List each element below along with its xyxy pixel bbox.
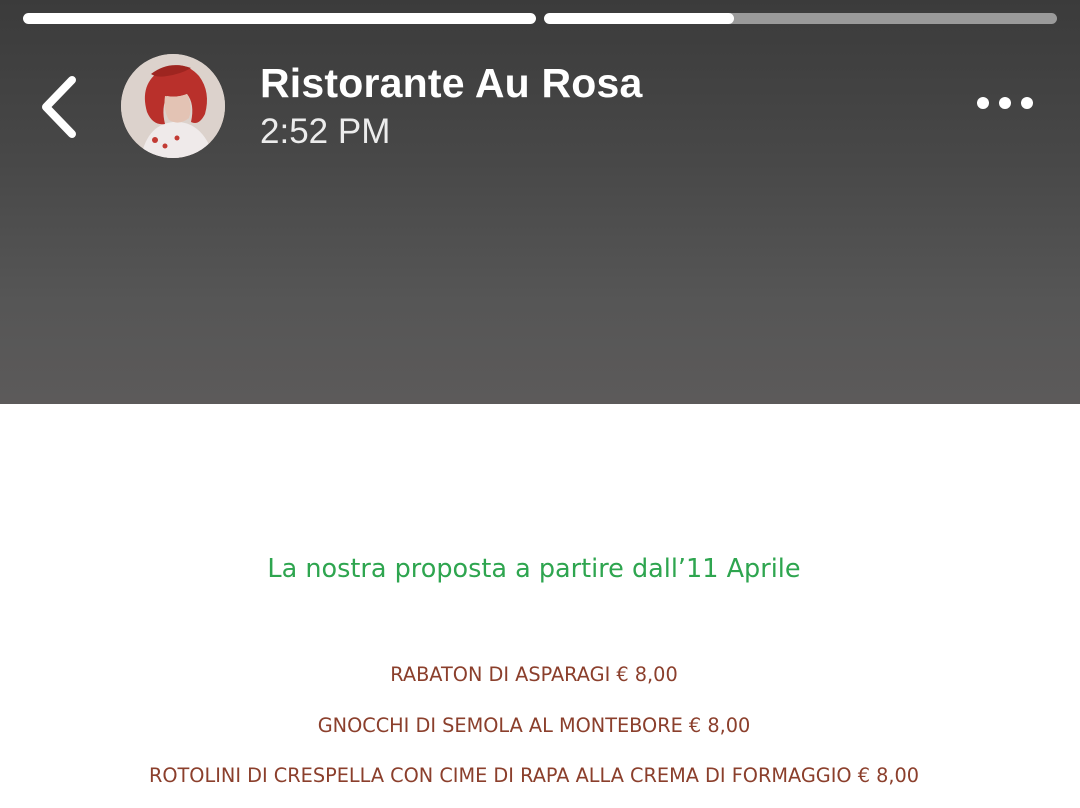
story-timestamp: 2:52 PM [260, 112, 391, 151]
menu-document: La nostra proposta a partire dall’11 Apr… [0, 404, 1080, 808]
menu-item: ROTOLINI DI CRESPELLA CON CIME DI RAPA A… [148, 764, 920, 787]
more-options-button[interactable] [970, 86, 1040, 120]
account-name[interactable]: Ristorante Au Rosa [260, 60, 643, 107]
story-progress-segment-2 [544, 13, 1057, 24]
profile-photo [121, 54, 225, 158]
avatar[interactable] [121, 54, 225, 158]
menu-heading: La nostra proposta a partire dall’11 Apr… [267, 554, 801, 584]
story-progress-segment-1 [23, 13, 536, 24]
story-header: Ristorante Au Rosa 2:52 PM [0, 0, 1080, 404]
back-button[interactable] [34, 70, 88, 144]
menu-item: RABATON DI ASPARAGI € 8,00 [390, 663, 678, 686]
chevron-left-icon [42, 76, 76, 138]
more-horizontal-icon [977, 97, 1033, 109]
story-progress-fill-2 [544, 13, 734, 24]
menu-item: GNOCCHI DI SEMOLA AL MONTEBORE € 8,00 [317, 714, 751, 737]
story-progress-fill-1 [23, 13, 536, 24]
